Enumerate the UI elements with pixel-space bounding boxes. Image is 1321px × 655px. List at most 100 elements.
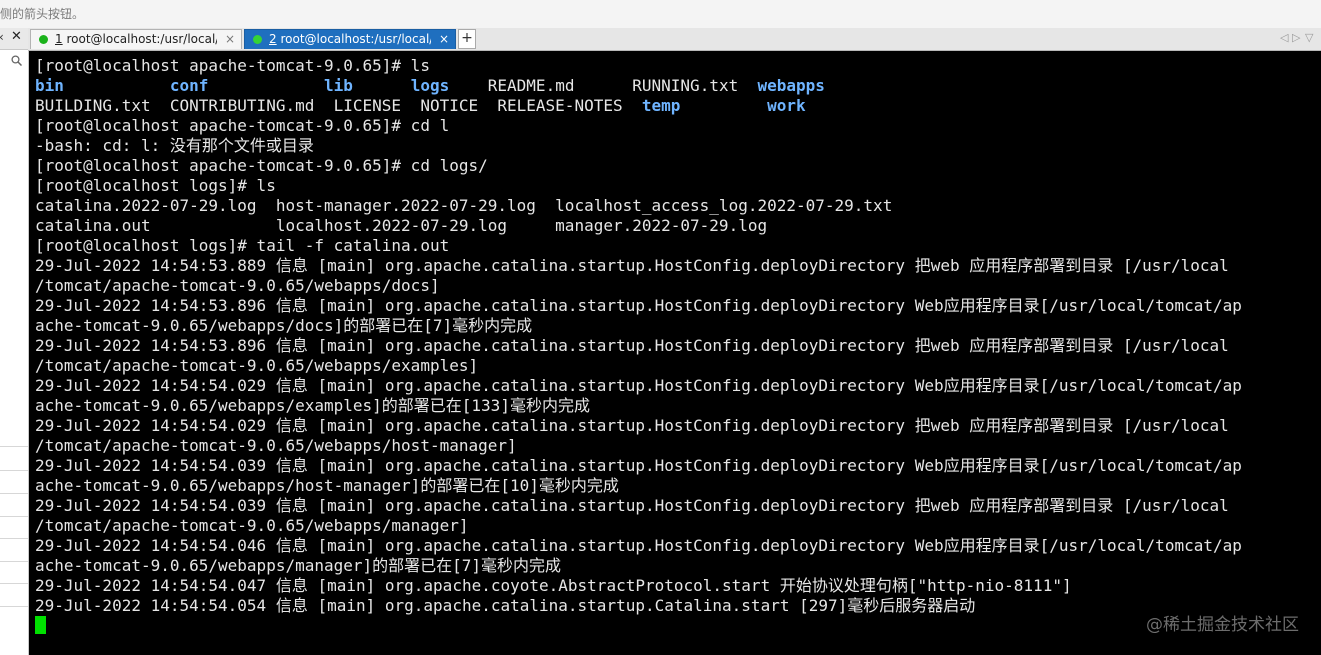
terminal-text: 29-Jul-2022 14:54:53.896 信息 [main] org.a… (35, 296, 1242, 315)
terminal-line: ache-tomcat-9.0.65/webapps/docs]的部署已在[7]… (35, 316, 1242, 336)
terminal-text: ache-tomcat-9.0.65/webapps/host-manager]… (35, 476, 619, 495)
directory-name: conf (169, 76, 209, 95)
terminal-text: /tomcat/apache-tomcat-9.0.65/webapps/doc… (35, 276, 440, 295)
terminal-text: catalina.out localhost.2022-07-29.log ma… (35, 216, 768, 235)
terminal-line: /tomcat/apache-tomcat-9.0.65/webapps/hos… (35, 436, 1242, 456)
top-hint-text: 侧的箭头按钮。 (0, 7, 85, 21)
tab-label: 1 root@localhost:/usr/local/to... (55, 32, 217, 46)
directory-name: webapps (757, 76, 825, 95)
connected-status-icon (253, 35, 262, 44)
terminal-line: catalina.out localhost.2022-07-29.log ma… (35, 216, 1242, 236)
terminal-text: ache-tomcat-9.0.65/webapps/manager]的部署已在… (35, 556, 562, 575)
watermark: @稀土掘金技术社区 (1146, 615, 1299, 635)
terminal-text: /tomcat/apache-tomcat-9.0.65/webapps/man… (35, 516, 469, 535)
divider (0, 516, 28, 517)
terminal-line: bin conf lib logs README.md RUNNING.txt … (35, 76, 1242, 96)
text-cursor (35, 616, 46, 634)
terminal-text: 29-Jul-2022 14:54:53.896 信息 [main] org.a… (35, 336, 1229, 355)
session-tab-bar: 1 root@localhost:/usr/local/to... × 2 ro… (28, 28, 1321, 51)
terminal-line: 29-Jul-2022 14:54:53.896 信息 [main] org.a… (35, 336, 1242, 356)
tab-menu-icon[interactable]: ▽ (1305, 31, 1313, 44)
session-panel-header: ‹ ✕ (0, 28, 28, 50)
session-panel: ‹ ✕ (0, 28, 29, 655)
tab-next-icon[interactable]: ▷ (1292, 31, 1300, 44)
tab-prev-icon[interactable]: ◁ (1280, 31, 1288, 44)
terminal-text: [root@localhost apache-tomcat-9.0.65]# c… (35, 116, 450, 135)
terminal-text: ache-tomcat-9.0.65/webapps/examples]的部署已… (35, 396, 590, 415)
terminal-line: [root@localhost apache-tomcat-9.0.65]# c… (35, 156, 1242, 176)
tab-label: 2 root@localhost:/usr/local/t... (269, 32, 431, 46)
terminal-text: 29-Jul-2022 14:54:54.047 信息 [main] org.a… (35, 576, 1072, 595)
terminal-line: 29-Jul-2022 14:54:54.039 信息 [main] org.a… (35, 456, 1242, 476)
terminal-line: 29-Jul-2022 14:54:54.029 信息 [main] org.a… (35, 416, 1242, 436)
terminal-text: -bash: cd: l: 没有那个文件或目录 (35, 136, 314, 155)
connected-status-icon (39, 35, 48, 44)
directory-name: bin (35, 76, 64, 95)
terminal-text: 29-Jul-2022 14:54:54.046 信息 [main] org.a… (35, 536, 1242, 555)
terminal-line: catalina.2022-07-29.log host-manager.202… (35, 196, 1242, 216)
divider (0, 538, 28, 539)
directory-name: logs (410, 76, 450, 95)
directory-name: work (767, 96, 806, 115)
terminal-line: -bash: cd: l: 没有那个文件或目录 (35, 136, 1242, 156)
terminal-text: 29-Jul-2022 14:54:53.889 信息 [main] org.a… (35, 256, 1229, 275)
terminal-output: [root@localhost apache-tomcat-9.0.65]# l… (35, 56, 1242, 636)
terminal-text: ache-tomcat-9.0.65/webapps/docs]的部署已在[7]… (35, 316, 533, 335)
terminal-text: 29-Jul-2022 14:54:54.029 信息 [main] org.a… (35, 376, 1242, 395)
terminal-line: 29-Jul-2022 14:54:54.054 信息 [main] org.a… (35, 596, 1242, 616)
divider (0, 583, 28, 584)
divider (0, 606, 28, 607)
terminal-line: 29-Jul-2022 14:54:53.889 信息 [main] org.a… (35, 256, 1242, 276)
close-tab-icon[interactable]: × (225, 30, 235, 49)
terminal-line: ache-tomcat-9.0.65/webapps/manager]的部署已在… (35, 556, 1242, 576)
terminal-text: /tomcat/apache-tomcat-9.0.65/webapps/exa… (35, 356, 479, 375)
terminal-text: catalina.2022-07-29.log host-manager.202… (35, 196, 893, 215)
divider (0, 493, 28, 494)
terminal-text: 29-Jul-2022 14:54:54.054 信息 [main] org.a… (35, 596, 976, 615)
terminal-line: [root@localhost logs]# tail -f catalina.… (35, 236, 1242, 256)
terminal-line: ache-tomcat-9.0.65/webapps/examples]的部署已… (35, 396, 1242, 416)
terminal-text: 29-Jul-2022 14:54:54.039 信息 [main] org.a… (35, 456, 1242, 475)
divider (0, 446, 28, 447)
terminal-text: [root@localhost logs]# ls (35, 176, 276, 195)
terminal-text: 29-Jul-2022 14:54:54.039 信息 [main] org.a… (35, 496, 1229, 515)
terminal-line: 29-Jul-2022 14:54:54.039 信息 [main] org.a… (35, 496, 1242, 516)
session-tab-1[interactable]: 1 root@localhost:/usr/local/to... × (30, 29, 242, 49)
terminal-line: 29-Jul-2022 14:54:54.029 信息 [main] org.a… (35, 376, 1242, 396)
close-tab-icon[interactable]: × (439, 30, 449, 49)
divider (0, 561, 28, 562)
terminal-line: BUILDING.txt CONTRIBUTING.md LICENSE NOT… (35, 96, 1242, 116)
terminal-text: [root@localhost logs]# tail -f catalina.… (35, 236, 450, 255)
top-hint-bar: 侧的箭头按钮。 (0, 0, 1321, 29)
collapse-arrow-icon[interactable]: ‹ (0, 30, 4, 44)
divider (0, 470, 28, 471)
terminal-text: [root@localhost apache-tomcat-9.0.65]# l… (35, 56, 430, 75)
terminal-line: /tomcat/apache-tomcat-9.0.65/webapps/doc… (35, 276, 1242, 296)
terminal-text: [root@localhost apache-tomcat-9.0.65]# c… (35, 156, 488, 175)
add-tab-button[interactable]: + (458, 29, 476, 49)
search-icon[interactable] (11, 55, 23, 69)
terminal-line: 29-Jul-2022 14:54:53.896 信息 [main] org.a… (35, 296, 1242, 316)
close-icon[interactable]: ✕ (11, 29, 22, 44)
terminal-text: BUILDING.txt CONTRIBUTING.md LICENSE NOT… (35, 96, 642, 115)
terminal-line: /tomcat/apache-tomcat-9.0.65/webapps/exa… (35, 356, 1242, 376)
directory-name: temp (641, 96, 681, 115)
terminal-text: README.md RUNNING.txt (449, 76, 758, 95)
terminal-text: /tomcat/apache-tomcat-9.0.65/webapps/hos… (35, 436, 517, 455)
terminal-line: 29-Jul-2022 14:54:54.046 信息 [main] org.a… (35, 536, 1242, 556)
terminal-prompt-line (35, 616, 1242, 636)
terminal-text: 29-Jul-2022 14:54:54.029 信息 [main] org.a… (35, 416, 1229, 435)
terminal-line: ache-tomcat-9.0.65/webapps/host-manager]… (35, 476, 1242, 496)
terminal-line: /tomcat/apache-tomcat-9.0.65/webapps/man… (35, 516, 1242, 536)
directory-name: lib (324, 76, 353, 95)
session-tab-2[interactable]: 2 root@localhost:/usr/local/t... × (244, 29, 456, 49)
terminal-window[interactable]: [root@localhost apache-tomcat-9.0.65]# l… (29, 51, 1321, 655)
terminal-line: [root@localhost logs]# ls (35, 176, 1242, 196)
terminal-line: [root@localhost apache-tomcat-9.0.65]# c… (35, 116, 1242, 136)
terminal-line: 29-Jul-2022 14:54:54.047 信息 [main] org.a… (35, 576, 1242, 596)
terminal-line: [root@localhost apache-tomcat-9.0.65]# l… (35, 56, 1242, 76)
